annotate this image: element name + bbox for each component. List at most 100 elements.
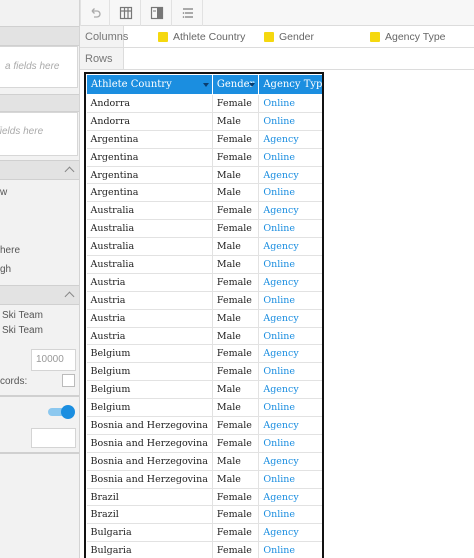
- gender-cell: Female: [212, 130, 260, 149]
- sort-arrow-icon[interactable]: [202, 83, 209, 87]
- drop-zone-2[interactable]: fields here: [0, 112, 78, 156]
- agency-cell: Online: [258, 219, 322, 239]
- field-label: Gender: [279, 30, 315, 43]
- table-row[interactable]: Brazil Female Online: [86, 505, 322, 525]
- list-settings-button[interactable]: [173, 0, 203, 26]
- table-row[interactable]: Austria Male Online: [86, 327, 322, 346]
- country-cell: Austria: [86, 273, 213, 292]
- country-cell: Australia: [86, 255, 213, 274]
- gender-cell: Female: [212, 148, 260, 167]
- agency-cell: Online: [258, 148, 322, 167]
- results-table: Athlete Country Gender Agency Type Andor…: [86, 74, 324, 558]
- country-cell: Brazil: [86, 488, 213, 507]
- table-row[interactable]: Bosnia and Herzegovina Male Agency: [86, 452, 322, 471]
- drop-zone-1[interactable]: a fields here: [0, 46, 78, 88]
- table-layout-button[interactable]: [111, 0, 141, 26]
- table-row[interactable]: Belgium Female Online: [86, 362, 322, 382]
- field-label: Agency Type: [385, 30, 446, 43]
- column-view-icon: [150, 6, 163, 20]
- gender-cell: Male: [212, 380, 260, 400]
- country-cell: Australia: [86, 237, 213, 257]
- column-field-athlete-country[interactable]: Athlete Country: [158, 26, 245, 47]
- table-row[interactable]: Bosnia and Herzegovina Female Agency: [86, 416, 322, 435]
- chevron-up-icon[interactable]: [64, 166, 75, 177]
- limit-input[interactable]: 10000: [31, 349, 76, 371]
- country-cell: Austria: [86, 291, 213, 310]
- option-label: gh: [0, 264, 12, 275]
- table-row[interactable]: Bosnia and Herzegovina Male Online: [86, 470, 322, 489]
- country-cell: Bulgaria: [86, 523, 213, 543]
- table-row[interactable]: Argentina Female Online: [86, 148, 322, 167]
- table-row[interactable]: Argentina Male Online: [86, 183, 322, 203]
- gender-cell: Female: [212, 488, 260, 507]
- table-row[interactable]: Austria Female Online: [86, 291, 322, 310]
- table-row[interactable]: Belgium Female Agency: [86, 344, 322, 364]
- agency-cell: Online: [258, 255, 322, 274]
- table-row[interactable]: Belgium Male Online: [86, 398, 322, 418]
- field-label: Athlete Country: [173, 30, 246, 43]
- country-cell: Argentina: [86, 166, 213, 185]
- sidebar-section-bar[interactable]: [0, 285, 79, 305]
- table-row[interactable]: Andorra Male Online: [86, 112, 322, 131]
- table-row[interactable]: Bulgaria Female Agency: [86, 523, 322, 543]
- table-row[interactable]: Australia Female Agency: [86, 201, 322, 221]
- chevron-up-icon[interactable]: [64, 291, 75, 302]
- table-row[interactable]: Austria Female Agency: [86, 273, 322, 292]
- agency-cell: Online: [258, 94, 322, 113]
- header-athlete-country[interactable]: Athlete Country: [86, 74, 213, 95]
- sort-arrow-icon[interactable]: [323, 83, 324, 87]
- rows-zone[interactable]: Rows: [80, 48, 474, 70]
- table-row[interactable]: Andorra Female Online: [86, 94, 322, 113]
- undo-icon: [91, 8, 101, 18]
- table-row[interactable]: Belgium Male Agency: [86, 380, 322, 400]
- toolbar: [80, 0, 474, 26]
- column-field-agency-type[interactable]: Agency Type: [370, 26, 446, 47]
- agency-cell: Agency: [258, 130, 322, 149]
- records-checkbox[interactable]: [62, 374, 75, 387]
- table-row[interactable]: Argentina Female Agency: [86, 130, 322, 149]
- table-row[interactable]: Argentina Male Agency: [86, 166, 322, 185]
- sort-arrow-icon[interactable]: [249, 83, 256, 87]
- country-cell: Belgium: [86, 398, 213, 418]
- table-row[interactable]: Bosnia and Herzegovina Female Online: [86, 434, 322, 453]
- field-color-icon: [158, 31, 168, 42]
- country-cell: Austria: [86, 327, 213, 346]
- table-row[interactable]: Brazil Female Agency: [86, 488, 322, 507]
- agency-cell: Online: [258, 398, 322, 418]
- gender-cell: Male: [212, 166, 260, 185]
- gender-cell: Male: [212, 327, 260, 346]
- country-cell: Bosnia and Herzegovina: [86, 434, 213, 453]
- table-row[interactable]: Australia Male Agency: [86, 237, 322, 257]
- toggle-knob: [61, 405, 75, 419]
- agency-cell: Agency: [258, 273, 322, 292]
- option-label: w: [0, 187, 8, 198]
- text-input[interactable]: [31, 428, 76, 448]
- header-gender[interactable]: Gender: [211, 74, 260, 95]
- header-agency-type[interactable]: Agency Type: [258, 74, 324, 95]
- country-cell: Bosnia and Herzegovina: [86, 416, 213, 435]
- undo-button[interactable]: [80, 0, 110, 26]
- records-label: cords:: [0, 376, 28, 387]
- table-row[interactable]: Bulgaria Female Online: [86, 541, 322, 558]
- gender-cell: Female: [212, 291, 260, 310]
- table-row[interactable]: Austria Male Agency: [86, 309, 322, 328]
- country-cell: Bulgaria: [86, 541, 213, 558]
- agency-cell: Online: [258, 112, 322, 131]
- country-cell: Argentina: [86, 148, 213, 167]
- toggle-switch[interactable]: [48, 405, 76, 419]
- table-row[interactable]: Australia Female Online: [86, 219, 322, 239]
- field-color-icon: [264, 31, 274, 42]
- agency-cell: Online: [258, 541, 322, 558]
- table-row[interactable]: Australia Male Online: [86, 255, 322, 274]
- sidebar-section-bar[interactable]: [0, 160, 79, 180]
- columns-zone[interactable]: Columns Athlete Country Gender Agency Ty…: [80, 26, 474, 48]
- drop-hint: fields here: [0, 126, 44, 137]
- gender-cell: Female: [212, 434, 260, 453]
- column-view-button[interactable]: [142, 0, 172, 26]
- gender-cell: Female: [212, 541, 260, 558]
- column-field-gender[interactable]: Gender: [264, 26, 314, 47]
- country-cell: Andorra: [86, 112, 213, 131]
- gender-cell: Male: [212, 255, 260, 274]
- gender-cell: Female: [212, 362, 260, 382]
- sidebar-section-bar: [0, 94, 79, 112]
